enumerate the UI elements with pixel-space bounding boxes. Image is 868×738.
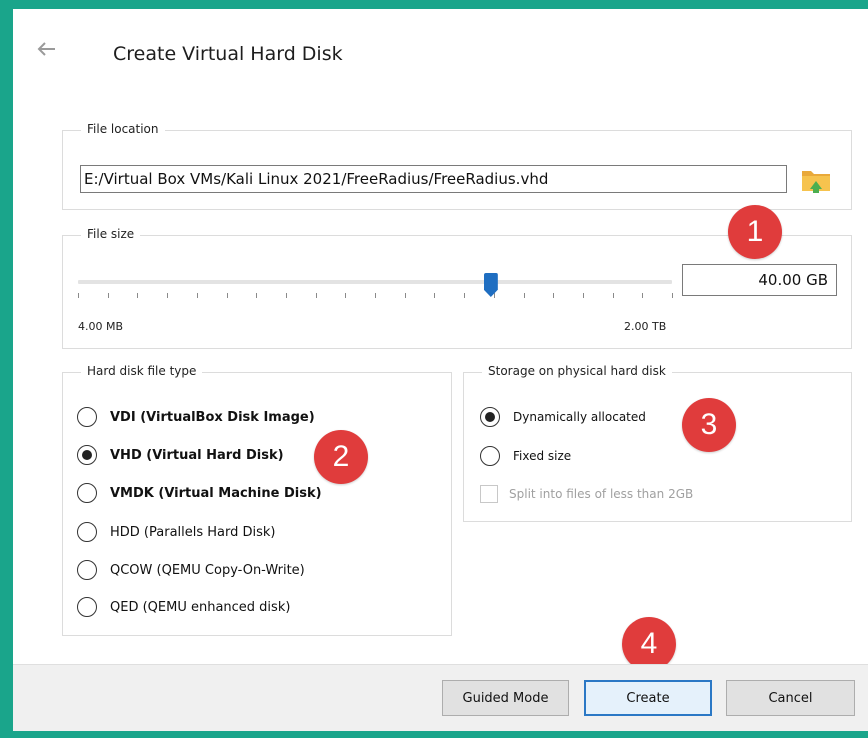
storage-option-label: Fixed size <box>513 449 572 463</box>
annotation-marker-3: 3 <box>682 398 736 452</box>
slider-tick <box>642 293 644 298</box>
slider-tick <box>167 293 169 298</box>
disk-type-option-label: VMDK (Virtual Machine Disk) <box>110 485 322 501</box>
disk-type-group: Hard disk file type VDI (VirtualBox Disk… <box>62 364 452 636</box>
slider-tick <box>107 293 109 298</box>
annotation-marker-2: 2 <box>314 430 368 484</box>
radio-button[interactable] <box>480 407 500 427</box>
create-button[interactable]: Create <box>584 680 712 716</box>
slider-tick <box>345 293 347 298</box>
slider-tick <box>226 293 228 298</box>
slider-tick <box>464 293 466 298</box>
radio-button[interactable] <box>77 445 97 465</box>
disk-type-option-label: VHD (Virtual Hard Disk) <box>110 447 284 463</box>
slider-tick <box>582 293 584 298</box>
slider-tick <box>285 293 287 298</box>
file-size-group: File size 4.00 MB 2.00 TB 40.00 GB <box>62 227 852 349</box>
storage-label: Storage on physical hard disk <box>482 364 672 378</box>
annotation-marker-4: 4 <box>622 617 676 671</box>
slider-tick <box>434 293 436 298</box>
disk-type-option-label: HDD (Parallels Hard Disk) <box>110 524 276 540</box>
split-files-option: Split into files of less than 2GB <box>480 483 693 505</box>
slider-tick <box>78 293 79 298</box>
disk-type-option-label: QCOW (QEMU Copy-On-Write) <box>110 562 305 578</box>
button-bar: Guided Mode Create Cancel <box>13 664 868 731</box>
disk-type-option[interactable]: QCOW (QEMU Copy-On-Write) <box>77 558 305 582</box>
slider-tick <box>612 293 614 298</box>
disk-type-option-label: QED (QEMU enhanced disk) <box>110 599 291 615</box>
storage-option[interactable]: Fixed size <box>480 444 571 468</box>
disk-type-label: Hard disk file type <box>81 364 203 378</box>
radio-button[interactable] <box>77 407 97 427</box>
size-min-label: 4.00 MB <box>78 320 124 333</box>
storage-group: Storage on physical hard disk Dynamicall… <box>463 364 852 522</box>
radio-button[interactable] <box>480 446 500 466</box>
disk-type-option[interactable]: VHD (Virtual Hard Disk) <box>77 443 284 467</box>
file-size-slider[interactable] <box>78 273 673 301</box>
split-files-label: Split into files of less than 2GB <box>509 487 694 501</box>
size-max-label: 2.00 TB <box>624 320 667 333</box>
split-files-checkbox <box>480 485 498 503</box>
slider-ticks <box>78 293 673 301</box>
storage-option[interactable]: Dynamically allocated <box>480 405 646 429</box>
cancel-button[interactable]: Cancel <box>726 680 855 716</box>
file-location-label: File location <box>81 122 165 136</box>
back-arrow-icon[interactable] <box>35 38 57 60</box>
slider-tick <box>315 293 317 298</box>
guided-mode-button[interactable]: Guided Mode <box>442 680 569 716</box>
file-path-field[interactable]: E:/Virtual Box VMs/Kali Linux 2021/FreeR… <box>80 165 787 193</box>
slider-tick <box>404 293 406 298</box>
storage-option-label: Dynamically allocated <box>513 410 646 424</box>
slider-tick <box>256 293 258 298</box>
slider-track[interactable] <box>78 280 672 284</box>
file-location-group: File location E:/Virtual Box VMs/Kali Li… <box>62 122 852 210</box>
folder-browse-icon[interactable] <box>800 165 832 193</box>
file-size-label: File size <box>81 227 141 241</box>
radio-button[interactable] <box>77 483 97 503</box>
disk-type-option[interactable]: HDD (Parallels Hard Disk) <box>77 520 276 544</box>
slider-tick <box>523 293 525 298</box>
radio-button[interactable] <box>77 560 97 580</box>
file-size-field[interactable]: 40.00 GB <box>682 264 837 296</box>
dialog-title: Create Virtual Hard Disk <box>113 43 343 65</box>
radio-button[interactable] <box>77 597 97 617</box>
slider-tick <box>196 293 198 298</box>
slider-tick <box>672 293 673 298</box>
disk-type-option[interactable]: QED (QEMU enhanced disk) <box>77 595 290 619</box>
disk-type-option-label: VDI (VirtualBox Disk Image) <box>110 409 315 425</box>
slider-tick <box>375 293 376 298</box>
slider-tick <box>553 293 555 298</box>
disk-type-option[interactable]: VDI (VirtualBox Disk Image) <box>77 405 315 429</box>
disk-type-option[interactable]: VMDK (Virtual Machine Disk) <box>77 481 322 505</box>
annotation-marker-1: 1 <box>728 205 782 259</box>
radio-button[interactable] <box>77 522 97 542</box>
slider-tick <box>137 293 139 298</box>
